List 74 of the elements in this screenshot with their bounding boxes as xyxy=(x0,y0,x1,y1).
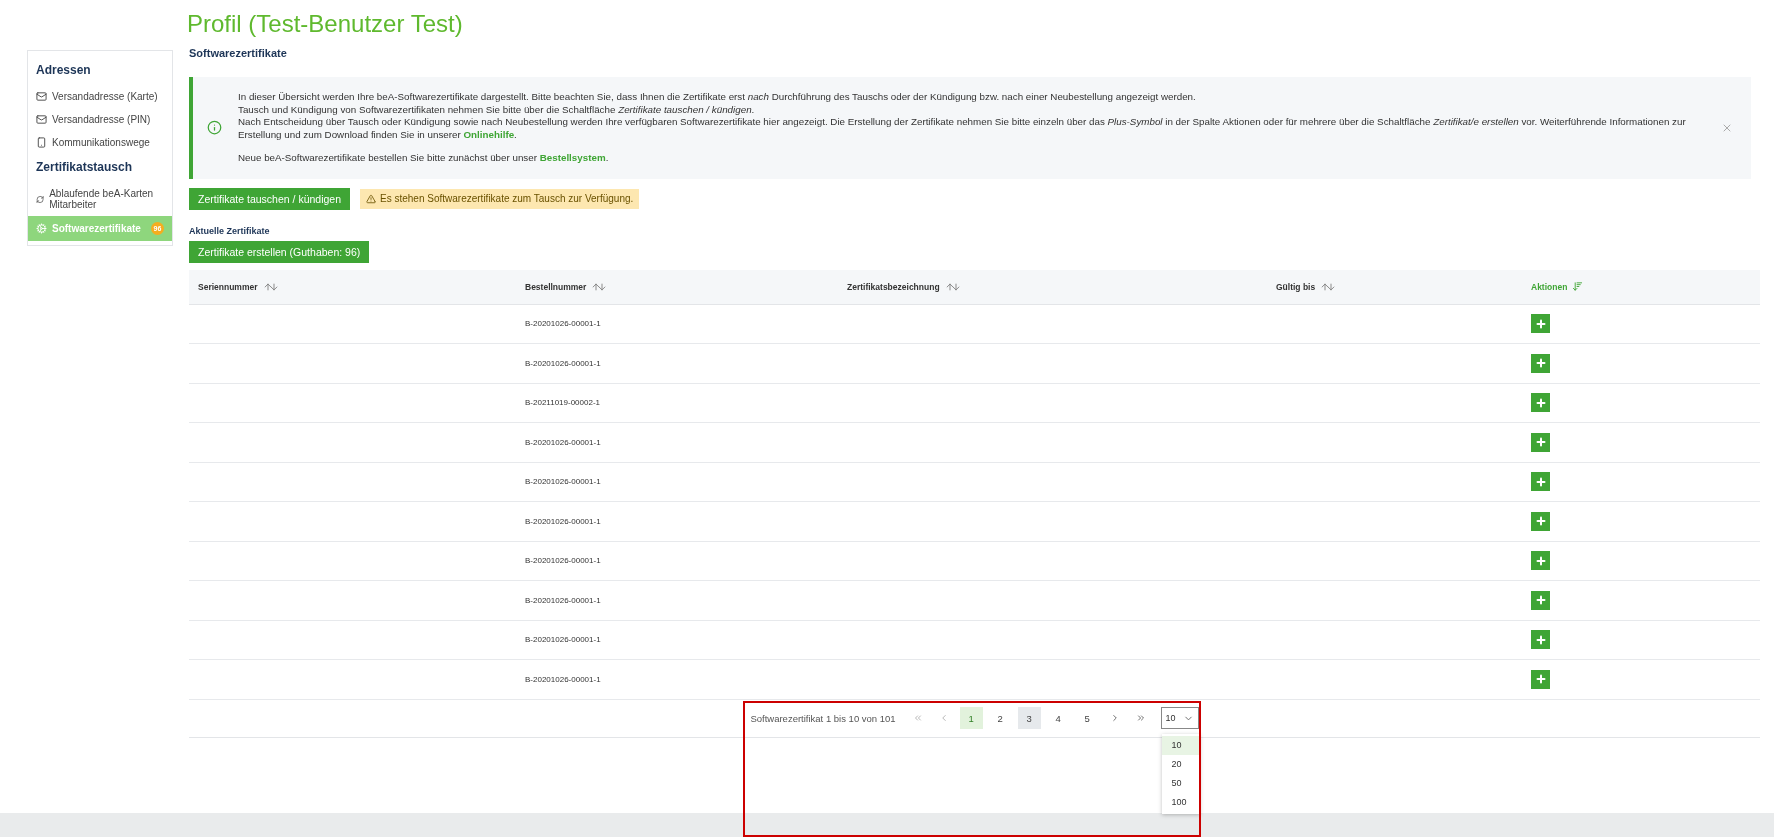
table-cell-text: B-20201026-00001-1 xyxy=(524,437,602,447)
info-text: Tausch und Kündigung von Softwarezertifikaten nehmen Sie bitte über die Schaltfläche Zertifikate tauschen / kündigen. xyxy=(238,103,756,116)
add-button[interactable] xyxy=(1531,669,1550,689)
table-cell-text: B-20201026-00001-1 xyxy=(524,556,602,566)
info-text: In dieser Übersicht werden Ihre beA-Softwarezertifikate dargestellt. Bitte beachten Sie, dass Ihnen die Zertifikate erst nach Durchführung des Tauschs oder der Kündigung bzw. nach einer Neubestellung angezeigt werden. xyxy=(238,91,1197,104)
sidebar-item[interactable]: Versandadresse (Karte) xyxy=(28,85,172,108)
pagination-summary: Softwarezertifikat 1 bis 10 von 101 xyxy=(750,712,896,724)
plus-icon xyxy=(1534,633,1547,646)
sidebar-heading: Adressen xyxy=(35,62,92,79)
table-cell-text: B-20201026-00001-1 xyxy=(524,595,602,605)
add-button[interactable] xyxy=(1531,590,1550,610)
sidebar-item-label: Versandadresse (Karte) xyxy=(52,91,158,102)
section-title: Softwarezertifikate xyxy=(189,47,287,59)
plus-icon xyxy=(1534,357,1547,370)
table-cell-text: B-20201026-00001-1 xyxy=(524,516,602,526)
page-size-option[interactable]: 10 xyxy=(1161,736,1200,755)
sort-icon[interactable] xyxy=(1572,281,1584,292)
table-title: Aktuelle Zertifikate xyxy=(189,225,270,236)
add-button[interactable] xyxy=(1531,432,1550,452)
gear-icon xyxy=(36,223,47,234)
add-button[interactable] xyxy=(1531,511,1550,531)
double-chevron-right-icon xyxy=(1135,713,1146,723)
sort-icon[interactable] xyxy=(591,281,608,292)
add-button[interactable] xyxy=(1531,353,1550,373)
info-icon xyxy=(207,120,222,136)
warning-text: Es stehen Softwarezertifikate zum Tausch zur Verfügung. xyxy=(380,193,634,204)
info-text: Nach Entscheidung über Tausch oder Kündigung sowie nach Neubestellung werden Ihre verfügbaren Softwarezertifikate hier angezeigt. Die Erstellung der Zertifikate nehmen Sie bitte einzeln über das Plus-Symbol in der Spalte Aktionen oder für mehrere über die Schaltfläche Zertifikat/e erstellen vor. Weiterführende Informationen zur Erstellung und zum Download finden Sie in unserer Onlinehilfe. xyxy=(238,116,1687,141)
column-header[interactable]: Gültig bis xyxy=(1276,281,1316,292)
plus-icon xyxy=(1534,317,1547,330)
plus-icon xyxy=(1534,515,1547,528)
sidebar-item[interactable]: Ablaufende beA-Karten Mitarbeiter xyxy=(28,182,172,216)
plus-icon xyxy=(1534,554,1547,567)
sidebar-item-label: Ablaufende beA-Karten Mitarbeiter xyxy=(49,188,155,210)
table-cell-text: B-20201026-00001-1 xyxy=(524,477,602,487)
sidebar-item-label: Kommunikationswege xyxy=(52,137,150,148)
page-button[interactable]: 4 xyxy=(1046,707,1070,729)
sort-icon[interactable] xyxy=(944,281,961,292)
page-button[interactable]: 1 xyxy=(959,707,983,729)
page-button[interactable]: 5 xyxy=(1075,707,1099,729)
add-button[interactable] xyxy=(1531,630,1550,650)
mail-icon xyxy=(36,91,47,102)
mail-icon xyxy=(36,114,47,125)
plus-icon xyxy=(1534,475,1547,488)
column-header[interactable]: Seriennummer xyxy=(198,281,258,292)
page-title: Profil (Test-Benutzer Test) xyxy=(187,10,463,38)
sidebar-item-label: Versandadresse (PIN) xyxy=(52,114,151,125)
sidebar-item-label: Softwarezertifikate xyxy=(52,223,141,234)
page-button[interactable]: 3 xyxy=(1017,707,1041,729)
add-button[interactable] xyxy=(1531,472,1550,492)
sidebar-heading: Zertifikatstausch xyxy=(35,159,134,176)
column-header[interactable]: Bestellnummer xyxy=(525,281,587,292)
plus-icon xyxy=(1534,594,1547,607)
phone-icon xyxy=(36,137,47,148)
sidebar-item[interactable]: Versandadresse (PIN) xyxy=(28,108,172,131)
table-cell-text: B-20201026-00001-1 xyxy=(524,635,602,645)
add-button[interactable] xyxy=(1531,393,1550,413)
table-cell-text: B-20201026-00001-1 xyxy=(524,319,602,329)
add-button[interactable] xyxy=(1531,314,1550,334)
column-header[interactable]: Zertifikatsbezeichnung xyxy=(847,281,940,292)
table-cell-text: B-20211019-00002-1 xyxy=(524,398,602,408)
double-chevron-left-icon xyxy=(912,713,923,723)
sidebar-item[interactable]: Kommunikationswege xyxy=(28,131,172,154)
sort-icon[interactable] xyxy=(262,281,279,292)
table-cell-text: B-20201026-00001-1 xyxy=(524,674,602,684)
refresh-icon xyxy=(36,193,45,205)
plus-icon xyxy=(1534,436,1547,449)
sort-icon[interactable] xyxy=(1320,281,1337,292)
plus-icon xyxy=(1534,396,1547,409)
info-text: Neue beA-Softwarezertifikate bestellen Sie bitte zunächst über unser Bestellsystem. xyxy=(238,152,610,165)
table-cell-text: B-20201026-00001-1 xyxy=(524,358,602,368)
page-button[interactable]: 2 xyxy=(988,707,1012,729)
warning-icon xyxy=(366,193,376,204)
add-button[interactable] xyxy=(1531,551,1550,571)
plus-icon xyxy=(1534,673,1547,686)
